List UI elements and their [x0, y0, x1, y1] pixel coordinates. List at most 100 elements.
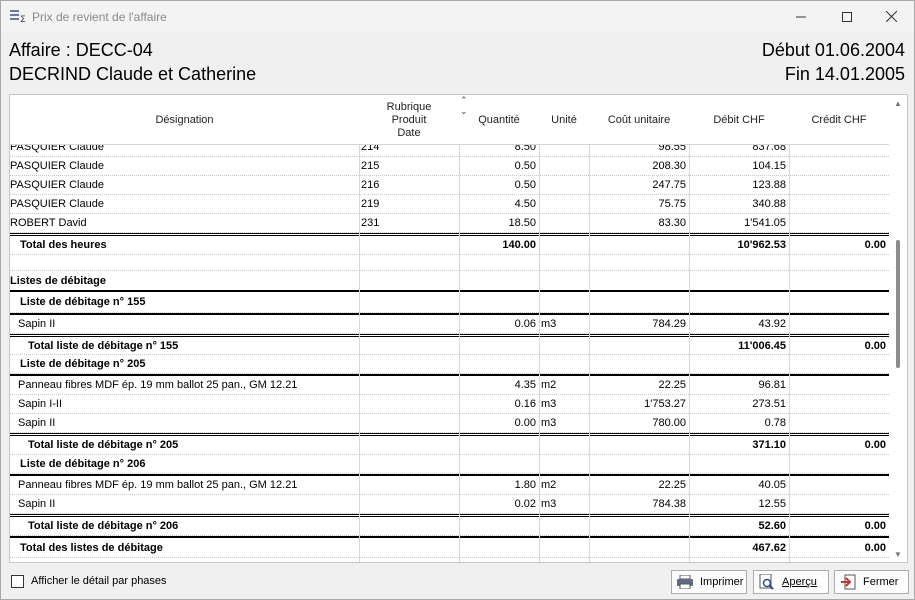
cell-rubrique [359, 292, 459, 312]
close-button[interactable]: Fermer [834, 570, 909, 594]
cell-debit [689, 255, 789, 270]
column-designation[interactable]: Désignation [10, 95, 359, 145]
cell-quantite [459, 292, 539, 312]
cell-cout: 784.29 [652, 318, 686, 330]
cell-quantite [459, 271, 539, 290]
cell-credit: 0.00 [864, 439, 886, 451]
close-button-label: Fermer [863, 576, 899, 588]
table-row[interactable]: PASQUIER Claude 214 8.50 98.55 837.68 [10, 145, 889, 157]
cell-designation: Liste de débitage n° 206 [20, 458, 146, 470]
cell-cout: 98.55 [658, 145, 686, 153]
table-row[interactable] [10, 255, 889, 271]
cell-rubrique: 216 [361, 179, 380, 191]
cell-designation: Sapin II [18, 417, 56, 429]
cell-credit [789, 157, 889, 175]
cell-designation: Listes de débitage [10, 274, 106, 287]
cell-designation: Sapin II [18, 498, 56, 510]
window-title: Prix de revient de l'affaire [32, 10, 167, 24]
sort-icon: ⌃ ⌄ [460, 95, 468, 116]
cell-credit: 0.00 [864, 339, 886, 352]
table-row[interactable]: PASQUIER Claude 216 0.50 247.75 123.88 [10, 176, 889, 195]
cell-debit: 96.81 [758, 379, 786, 391]
cell-unite: m3 [541, 417, 557, 429]
table-row[interactable]: Sapin II 0.00 m3 780.00 0.78 [10, 414, 889, 433]
table-row[interactable]: PASQUIER Claude 219 4.50 75.75 340.88 [10, 195, 889, 214]
table-row[interactable]: Panneau fibres MDF ép. 19 mm ballot 25 p… [10, 474, 889, 495]
table-row[interactable]: Total liste de débitage n° 155 11'006.45 0… [10, 334, 889, 355]
cell-credit [789, 255, 889, 270]
cell-quantite: 0.06 [514, 318, 536, 330]
column-unite[interactable]: Unité [539, 95, 589, 145]
cell-rubrique [359, 517, 459, 535]
table-row[interactable]: Panneau fibres MDF ép. 19 mm ballot 25 p… [10, 374, 889, 395]
column-quantite[interactable]: Quantité [459, 95, 539, 145]
cell-rubrique [359, 495, 459, 513]
column-divider [459, 145, 460, 562]
end-date: Fin 14.01.2005 [784, 64, 905, 84]
table-row[interactable]: Sapin II 0.06 m3 784.29 43.92 [10, 313, 889, 334]
cost-grid[interactable]: Désignation Rubrique Produit Date Quanti… [9, 94, 908, 563]
cell-unite [539, 292, 589, 312]
table-row[interactable]: Liste de débitage n° 155 [10, 292, 889, 313]
scroll-up-icon[interactable]: ▲ [889, 95, 907, 111]
scrollbar-thumb[interactable] [896, 240, 900, 368]
grid-body: PASQUIER Claude 214 8.50 98.55 837.68 PASQUIE… [10, 145, 889, 562]
cell-rubrique [359, 414, 459, 432]
cell-credit: 0.00 [864, 239, 886, 251]
cell-debit: 11'006.45 [738, 339, 786, 352]
dialog-window: Σ Prix de revient de l'affaire Affaire :… [0, 0, 915, 600]
cell-quantite [459, 538, 539, 557]
cell-unite: m2 [541, 479, 557, 491]
cell-designation: PASQUIER Claude [10, 145, 104, 153]
cell-unite [539, 176, 589, 194]
table-row[interactable]: Total liste de débitage n° 205 371.10 0.00 [10, 433, 889, 455]
cell-quantite [459, 517, 539, 535]
table-row[interactable]: Liste de débitage n° 206 [10, 455, 889, 474]
cell-cout [589, 255, 689, 270]
preview-button-label: Aperçu [782, 576, 817, 588]
cell-designation: PASQUIER Claude [10, 179, 104, 191]
table-row[interactable]: Sapin I-II 0.16 m3 1'753.27 273.51 [10, 395, 889, 414]
cell-rubrique: 231 [361, 217, 380, 229]
column-rubrique[interactable]: Rubrique Produit Date [359, 95, 459, 145]
phases-checkbox-label[interactable]: Afficher le détail par phases [31, 575, 167, 587]
column-debit[interactable]: Débit CHF [689, 95, 789, 145]
cell-quantite: 1.80 [514, 479, 536, 491]
cell-unite [539, 236, 589, 254]
table-row[interactable]: Listes de débitage [10, 271, 889, 292]
print-button[interactable]: Imprimer [671, 570, 747, 594]
scroll-down-icon[interactable]: ▼ [889, 546, 907, 562]
minimize-button[interactable] [778, 1, 824, 32]
table-row[interactable]: Total des listes de débitage 467.62 0.00 [10, 536, 889, 558]
maximize-button[interactable] [824, 1, 870, 32]
cell-designation: Total des heures [20, 239, 107, 251]
table-row[interactable]: Total des heures 140.00 10'962.53 0.00 [10, 233, 889, 255]
column-credit[interactable]: Crédit CHF [789, 95, 889, 145]
printer-icon [676, 574, 694, 590]
table-row[interactable]: Sapin II 0.02 m3 784.38 12.55 [10, 495, 889, 514]
preview-button[interactable]: Aperçu [753, 570, 829, 594]
cell-cout [589, 538, 689, 557]
cell-quantite: 0.00 [514, 417, 536, 429]
cell-rubrique: 219 [361, 198, 380, 210]
table-row[interactable]: Liste de débitage n° 205 [10, 355, 889, 374]
table-row[interactable]: ROBERT David 231 18.50 83.30 1'541.05 [10, 214, 889, 233]
cell-designation: Sapin II [18, 318, 56, 330]
cell-credit: 0.00 [864, 541, 886, 554]
cell-debit [689, 292, 789, 312]
cell-rubrique [359, 337, 459, 354]
phases-checkbox[interactable] [11, 575, 24, 588]
table-row[interactable]: PASQUIER Claude 215 0.50 208.30 104.15 [10, 157, 889, 176]
column-cout[interactable]: Coût unitaire [589, 95, 689, 145]
cell-cout [589, 292, 689, 312]
table-row[interactable]: Total liste de débitage n° 206 52.60 0.00 [10, 514, 889, 536]
cell-unite: m2 [541, 379, 557, 391]
cell-credit [789, 376, 889, 394]
close-window-button[interactable] [868, 1, 914, 32]
cell-debit: 837.68 [752, 145, 786, 153]
cell-designation: Sapin I-II [18, 398, 63, 410]
vertical-scrollbar[interactable]: ▲ ▼ [889, 95, 907, 562]
cell-quantite: 18.50 [508, 217, 536, 229]
cell-debit: 0.78 [764, 417, 786, 429]
maximize-icon [842, 11, 852, 22]
